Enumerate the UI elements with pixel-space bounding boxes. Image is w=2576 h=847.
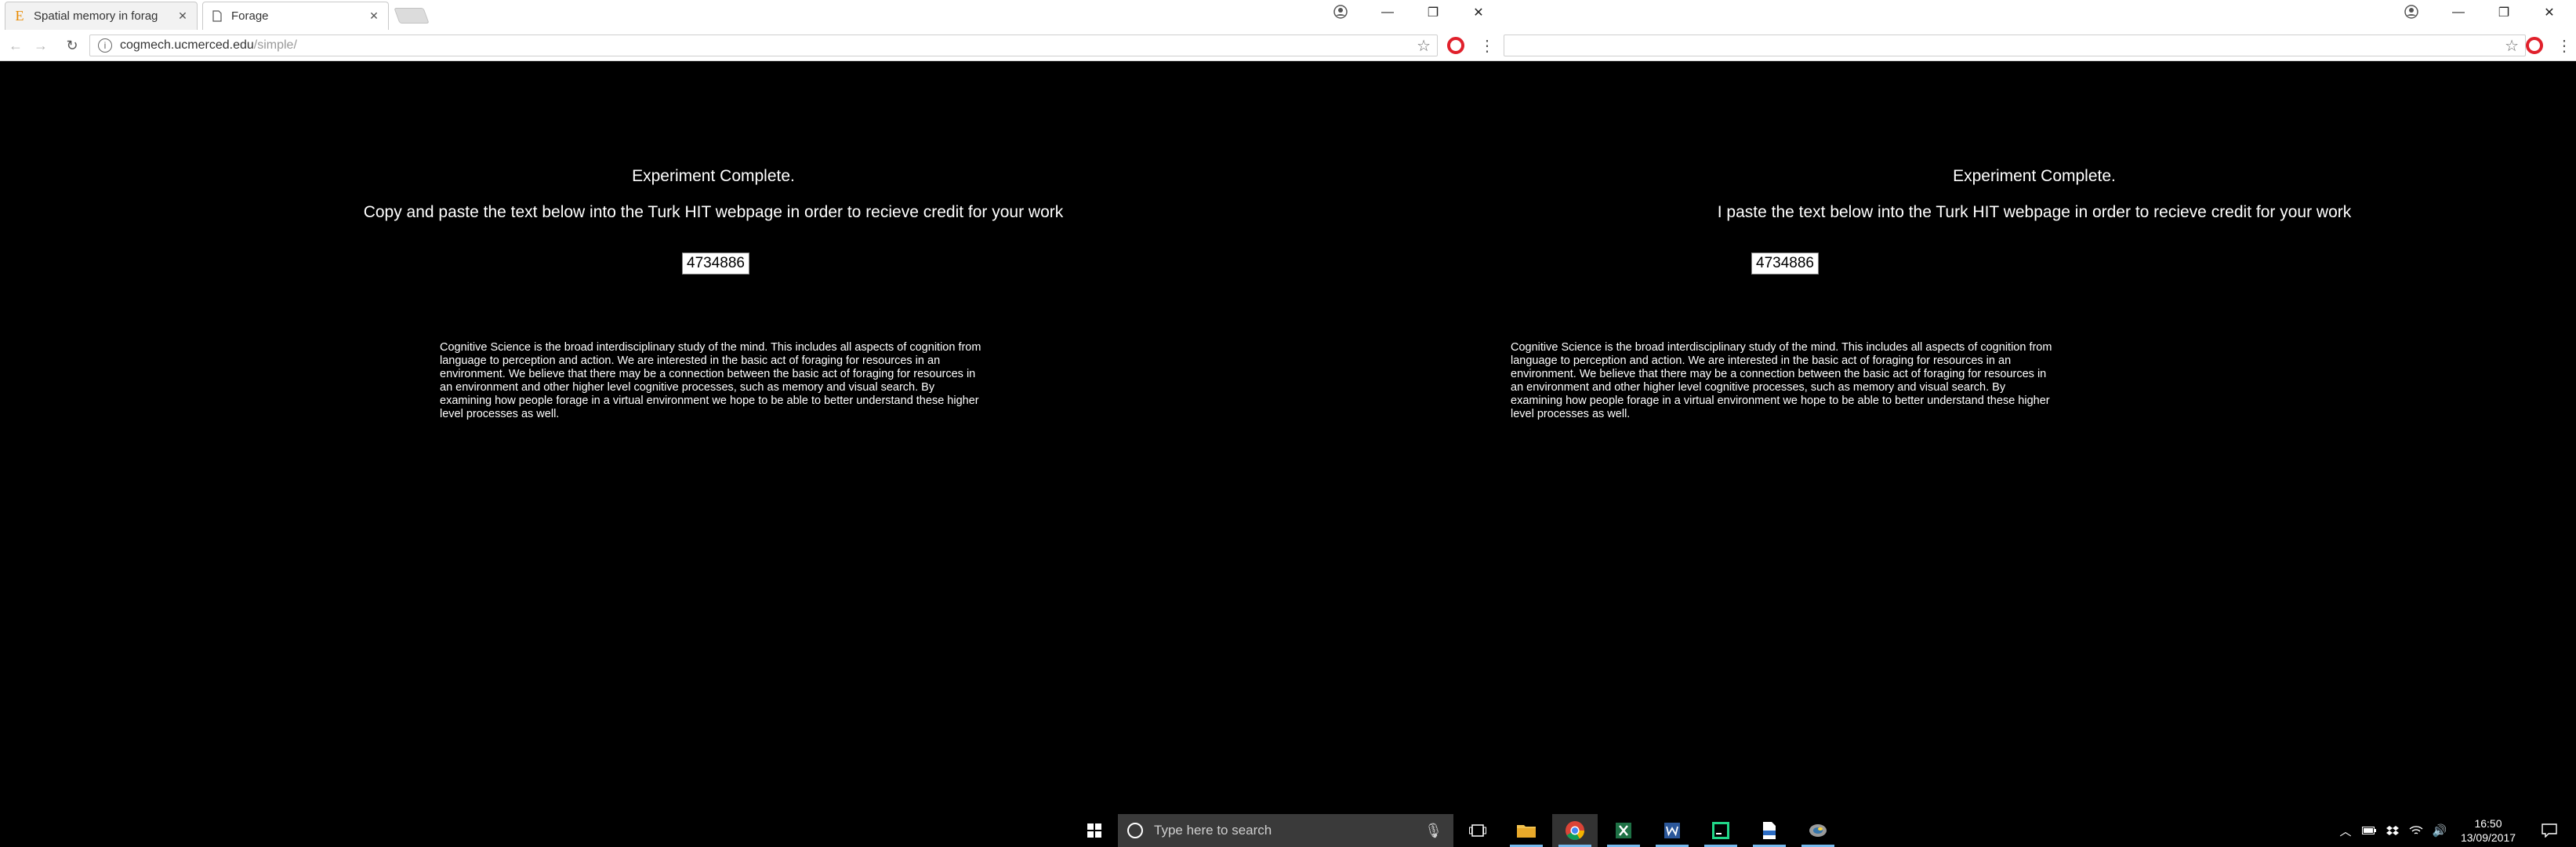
forward-arrow-icon[interactable]: → — [31, 36, 50, 55]
ucmerced-favicon-icon: E — [15, 8, 24, 24]
browser-window-left: E Spatial memory in forag ✕ Forage ✕ — ❐… — [0, 0, 1497, 814]
address-bar[interactable]: ☆ — [1504, 35, 2526, 56]
description-paragraph: Cognitive Science is the broad interdisc… — [1511, 341, 2052, 420]
description-paragraph: Cognitive Science is the broad interdisc… — [440, 341, 981, 420]
tab-forage[interactable]: Forage ✕ — [202, 2, 389, 30]
profile-icon[interactable] — [1332, 3, 1349, 20]
search-placeholder: Type here to search — [1154, 823, 1272, 838]
info-icon[interactable]: i — [98, 38, 112, 53]
tab-title: Spatial memory in forag — [34, 9, 158, 23]
menu-kebab-icon[interactable]: ⋮ — [1479, 36, 1495, 55]
page-title: Experiment Complete. — [1953, 167, 2116, 185]
tab-title: Forage — [231, 9, 269, 23]
system-clock[interactable]: 16:50 13/09/2017 — [2451, 816, 2526, 845]
microphone-icon[interactable]: 🎙 — [1424, 823, 1442, 839]
wifi-icon[interactable] — [2405, 814, 2427, 847]
start-button[interactable] — [1074, 814, 1115, 847]
desktop: E Spatial memory in forag ✕ Forage ✕ — ❐… — [0, 0, 2576, 847]
reload-icon[interactable]: ↻ — [63, 36, 82, 55]
word-icon[interactable] — [1649, 814, 1695, 847]
document-icon[interactable] — [1747, 814, 1792, 847]
battery-icon[interactable] — [2358, 814, 2380, 847]
taskbar-search[interactable]: Type here to search 🎙 — [1118, 814, 1453, 847]
back-arrow-icon[interactable]: ← — [6, 36, 25, 55]
address-bar[interactable]: i cogmech.ucmerced.edu/simple/ ☆ — [89, 35, 1438, 56]
windows-logo-icon — [1087, 823, 1101, 838]
bookmark-star-icon[interactable]: ☆ — [2505, 36, 2519, 56]
python-icon[interactable] — [1795, 814, 1841, 847]
menu-kebab-icon[interactable]: ⋮ — [2556, 36, 2572, 55]
pycharm-icon[interactable] — [1698, 814, 1743, 847]
restore-button[interactable]: ❐ — [1410, 0, 1456, 25]
tab-close-icon[interactable]: ✕ — [176, 9, 189, 23]
opera-extension-icon[interactable] — [1447, 37, 1464, 54]
instruction-text: Copy and paste the text below into the T… — [363, 203, 1064, 221]
minimize-button[interactable]: — — [2436, 0, 2481, 25]
clock-time: 16:50 — [2474, 817, 2502, 830]
browser-toolbar: ☆ ⋮ — [1497, 30, 2576, 61]
url-path: /simple/ — [253, 38, 297, 52]
browser-toolbar: ← → ↻ i cogmech.ucmerced.edu/simple/ ☆ ⋮ — [0, 30, 1497, 61]
page-icon — [211, 10, 223, 23]
tab-close-icon[interactable]: ✕ — [368, 9, 380, 23]
browser-window-right: — ❐ ✕ ☆ ⋮ Experiment Complete. I paste t… — [1497, 0, 2576, 814]
task-view-icon[interactable] — [1455, 814, 1500, 847]
close-window-button[interactable]: ✕ — [2527, 0, 2572, 25]
excel-icon[interactable] — [1601, 814, 1646, 847]
page-content: Experiment Complete. I paste the text be… — [1497, 62, 2576, 814]
bookmark-star-icon[interactable]: ☆ — [1417, 36, 1431, 56]
completion-code[interactable]: 4734886 — [1751, 253, 1819, 274]
title-bar: E Spatial memory in forag ✕ Forage ✕ — ❐… — [0, 0, 1497, 30]
page-content: Experiment Complete. Copy and paste the … — [0, 62, 1497, 814]
cortana-icon — [1127, 823, 1143, 838]
new-tab-button[interactable] — [394, 8, 430, 24]
volume-icon[interactable]: 🔊 — [2429, 814, 2451, 847]
instruction-text: I paste the text below into the Turk HIT… — [1717, 203, 2352, 221]
page-title: Experiment Complete. — [632, 167, 795, 185]
tab-spatial-memory[interactable]: E Spatial memory in forag ✕ — [5, 2, 198, 30]
url-host: cogmech.ucmerced.edu — [120, 38, 254, 52]
title-bar: — ❐ ✕ — [1497, 0, 2576, 30]
clock-date: 13/09/2017 — [2460, 831, 2516, 844]
action-center-icon[interactable] — [2529, 814, 2570, 847]
dropbox-icon[interactable] — [2382, 814, 2404, 847]
close-window-button[interactable]: ✕ — [1456, 0, 1497, 25]
restore-button[interactable]: ❐ — [2481, 0, 2527, 25]
windows-taskbar: Type here to search 🎙 ︿ 🔊 16:50 13/09/20… — [0, 814, 2576, 847]
completion-code[interactable]: 4734886 — [682, 253, 749, 274]
opera-extension-icon[interactable] — [2526, 37, 2543, 54]
chrome-icon[interactable] — [1552, 814, 1598, 847]
profile-icon[interactable] — [2403, 3, 2420, 20]
file-explorer-icon[interactable] — [1504, 814, 1549, 847]
minimize-button[interactable]: — — [1365, 0, 1410, 25]
chevron-up-icon[interactable]: ︿ — [2335, 814, 2356, 847]
